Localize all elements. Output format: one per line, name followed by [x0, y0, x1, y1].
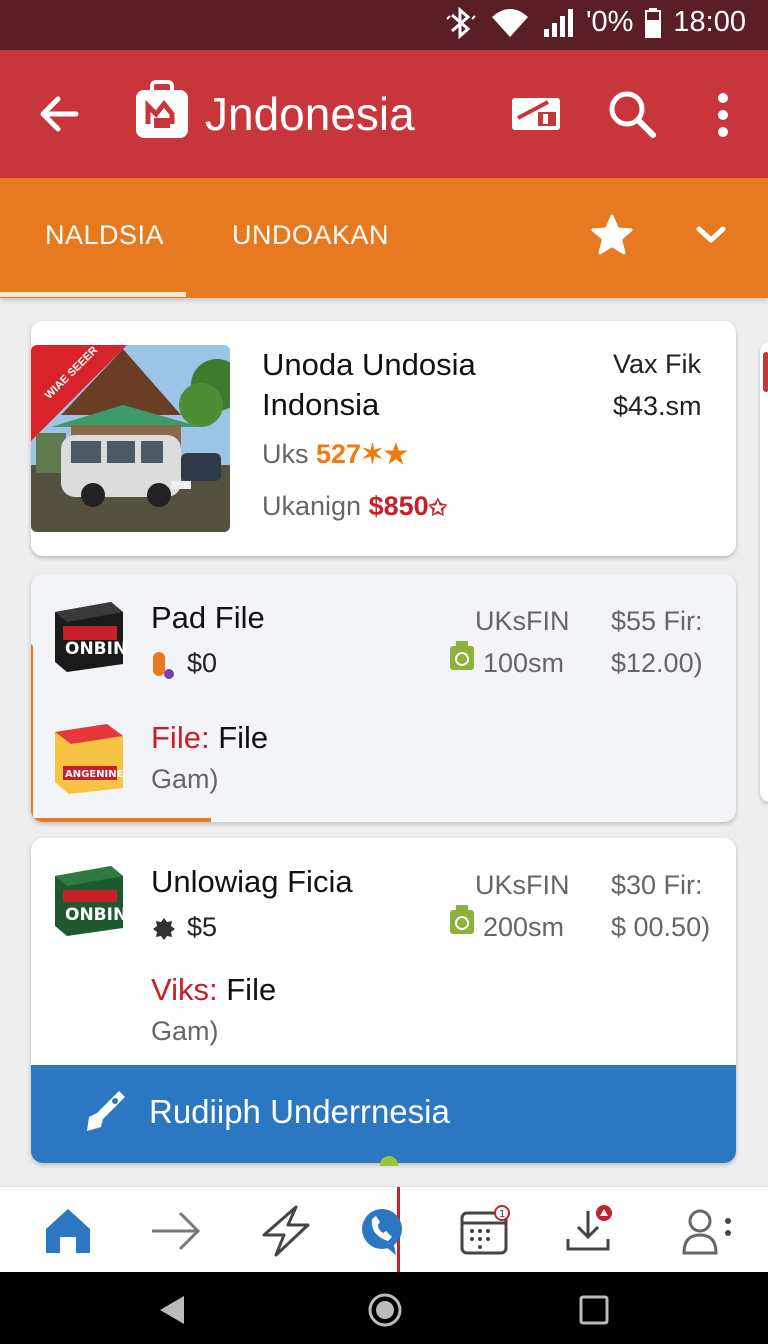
item-price: $0	[187, 648, 218, 678]
col1-value: 100sm	[483, 648, 565, 678]
cta-button[interactable]: Rudiiph Underrnesia	[31, 1065, 736, 1163]
tag-icon	[153, 652, 174, 679]
sys-recents-icon[interactable]	[576, 1292, 612, 1328]
bluetooth-icon	[446, 6, 476, 39]
app-logo-icon	[136, 80, 188, 138]
next-card-peek[interactable]	[760, 342, 768, 802]
col2-value: $ 00.50)	[611, 912, 711, 942]
star-icon[interactable]	[590, 214, 634, 258]
wifi-icon	[491, 8, 528, 37]
storage-icon	[450, 905, 474, 934]
bottom-nav: 1	[0, 1186, 768, 1273]
download-icon[interactable]	[562, 1205, 618, 1257]
sub-label: Viks: File	[151, 970, 276, 1010]
ticket-icon[interactable]	[510, 94, 562, 134]
col2-header: $30 Fir:	[611, 870, 703, 900]
sub-note: Gam)	[151, 1016, 219, 1046]
sys-home-icon[interactable]	[367, 1292, 403, 1328]
storage-icon	[450, 641, 474, 670]
app-title: Jndonesia	[205, 88, 415, 140]
discount-label: Ukanign	[262, 491, 362, 521]
app-bar: Jndonesia	[0, 50, 768, 178]
col2-header: $55 Fir:	[611, 606, 703, 636]
game-box-icon: ONBINI	[55, 866, 127, 936]
listing-photo: WIAE SEEER	[31, 345, 230, 532]
tab-undoakan[interactable]: UNDOAKAN	[232, 220, 389, 251]
search-icon[interactable]	[606, 88, 658, 140]
game-box-icon: ONBINI	[55, 602, 127, 672]
calendar-icon[interactable]: 1	[456, 1205, 512, 1257]
listing-price: $43.sm	[613, 391, 702, 421]
tab-indicator	[0, 292, 186, 297]
tab-naldsia[interactable]: NALDSIA	[45, 220, 164, 251]
item-card-pad-file[interactable]: ONBINI Pad File $0 UKsFIN 100sm $55 Fir:…	[31, 574, 736, 822]
item-title: Unlowiag Ficia	[151, 864, 353, 899]
status-bar: '0% 18:00	[0, 0, 768, 50]
home-icon[interactable]	[40, 1205, 96, 1257]
sub-box-label: ANGENINE	[65, 769, 124, 780]
card-progress-bar	[31, 818, 211, 822]
chevron-down-icon[interactable]	[694, 220, 728, 250]
rocket-icon	[87, 1091, 125, 1131]
profile-icon[interactable]	[680, 1205, 736, 1257]
discount-value: $850	[368, 491, 429, 521]
phone-chat-icon[interactable]	[356, 1205, 412, 1257]
arrow-right-icon[interactable]	[148, 1205, 204, 1257]
card-accent-bar	[31, 644, 33, 822]
listing-price-label: Vax Fik	[613, 349, 702, 379]
svg-text:1: 1	[499, 1209, 505, 1220]
discount-star-icon: ✩	[428, 495, 448, 520]
rating-label: Uks	[262, 439, 309, 469]
sub-label-text: File	[218, 720, 269, 755]
col2-value: $12.00)	[611, 648, 703, 678]
cta-label: Rudiiph Underrnesia	[149, 1093, 450, 1130]
system-nav	[0, 1272, 768, 1344]
battery-percent: '0%	[585, 6, 634, 38]
battery-icon	[645, 7, 662, 38]
rating-stars-icon: ✶★	[361, 439, 408, 469]
listing-title-line2: Indonsia	[262, 387, 380, 422]
box-label: ONBINI	[65, 905, 127, 925]
tab-bar: NALDSIA UNDOAKAN	[0, 178, 768, 298]
sub-label: File: File	[151, 718, 268, 758]
status-icons: '0% 18:00	[444, 6, 746, 39]
rating-row: Uks 527✶★	[262, 439, 408, 470]
sub-box-icon: ANGENINE	[55, 724, 124, 794]
item-price: $5	[187, 912, 218, 942]
sys-back-icon[interactable]	[154, 1292, 190, 1328]
signal-icon	[543, 8, 573, 37]
listing-card[interactable]: WIAE SEEER Unoda Undosia Indonsia Vax Fi…	[31, 321, 736, 556]
col1-header: UKsFIN	[475, 870, 570, 900]
sub-label-red: Viks:	[151, 972, 218, 1007]
rating-value: 527	[316, 439, 362, 469]
back-arrow-icon[interactable]	[36, 90, 84, 138]
gear-icon	[153, 918, 175, 940]
item-title: Pad File	[151, 600, 265, 635]
col1-header: UKsFIN	[475, 606, 570, 636]
lightning-icon[interactable]	[258, 1205, 314, 1257]
listing-title-line1: Unoda Undosia	[262, 347, 476, 382]
more-vert-icon[interactable]	[708, 90, 738, 140]
sub-label-red: File:	[151, 720, 210, 755]
sub-label-text: File	[226, 972, 277, 1007]
sub-note: Gam)	[151, 764, 219, 794]
col1-value: 200sm	[483, 912, 565, 942]
box-label: ONBINI	[65, 639, 127, 659]
discount-row: Ukanign $850✩	[262, 491, 447, 522]
clock: 18:00	[673, 6, 746, 38]
